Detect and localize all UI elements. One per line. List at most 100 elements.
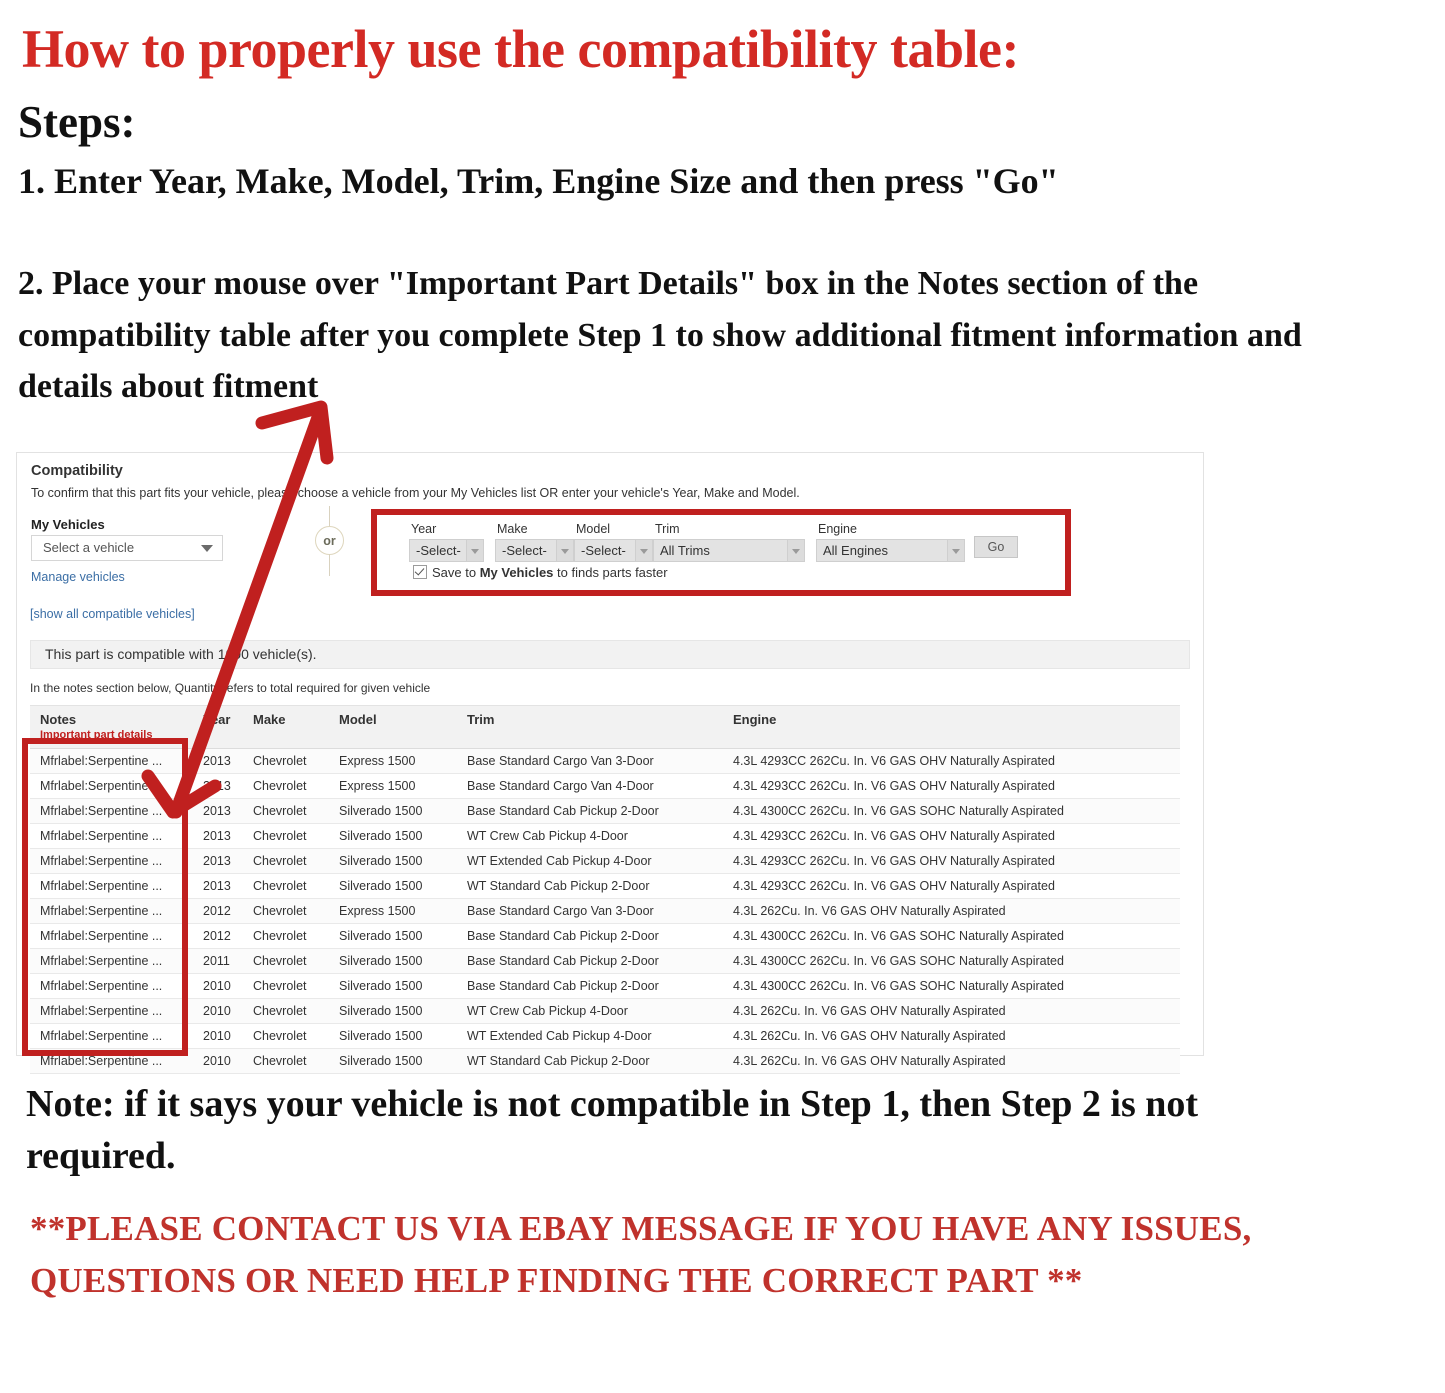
compatibility-heading: Compatibility (31, 463, 123, 479)
cell-trim: WT Standard Cab Pickup 2-Door (457, 1048, 723, 1074)
field-value-trim[interactable]: All Trims (653, 539, 788, 562)
cell-year: 2013 (193, 798, 243, 824)
cell-make: Chevrolet (243, 748, 329, 774)
cell-engine: 4.3L 4300CC 262Cu. In. V6 GAS SOHC Natur… (723, 973, 1180, 999)
cell-trim: Base Standard Cargo Van 3-Door (457, 748, 723, 774)
save-prefix-text: Save to (432, 565, 480, 580)
column-header-make: Make (243, 705, 329, 749)
column-header-trim: Trim (457, 705, 723, 749)
go-button[interactable]: Go (974, 536, 1018, 558)
column-header-label: Make (253, 712, 286, 727)
vehicle-select-dropdown[interactable]: Select a vehicle (31, 535, 223, 561)
save-checkbox[interactable] (413, 565, 427, 579)
column-header-engine: Engine (723, 705, 1180, 749)
table-row: Mfrlabel:Serpentine ... 2013 Chevrolet Expr… (30, 748, 1180, 774)
cell-model: Express 1500 (329, 748, 457, 774)
cell-model: Express 1500 (329, 898, 457, 924)
compatibility-description: To confirm that this part fits your vehi… (31, 486, 800, 500)
cell-trim: WT Extended Cab Pickup 4-Door (457, 848, 723, 874)
cell-year: 2010 (193, 998, 243, 1024)
chevron-down-icon[interactable] (636, 539, 653, 562)
cell-engine: 4.3L 4300CC 262Cu. In. V6 GAS SOHC Natur… (723, 948, 1180, 974)
field-label-year: Year (411, 522, 437, 536)
table-header-row: Notes Important part details Year Make Model… (30, 705, 1180, 749)
notes-quantity-hint: In the notes section below, Quantity ref… (30, 681, 431, 695)
notes-column-highlight-box (22, 738, 188, 1056)
chevron-down-icon[interactable] (788, 539, 805, 562)
field-value-make[interactable]: -Select- (495, 539, 557, 562)
cell-year: 2013 (193, 848, 243, 874)
column-header-label: Notes (40, 712, 77, 727)
cell-make: Chevrolet (243, 948, 329, 974)
cell-trim: Base Standard Cab Pickup 2-Door (457, 798, 723, 824)
field-label-model: Model (576, 522, 611, 536)
cell-make: Chevrolet (243, 848, 329, 874)
cell-model: Silverado 1500 (329, 1023, 457, 1049)
cell-engine: 4.3L 4293CC 262Cu. In. V6 GAS OHV Natura… (723, 773, 1180, 799)
or-line-bottom (329, 554, 330, 576)
cell-year: 2012 (193, 898, 243, 924)
field-label-trim: Trim (655, 522, 680, 536)
cell-model: Silverado 1500 (329, 973, 457, 999)
table-row: Mfrlabel:Serpentine ... 2012 Chevrolet Silv… (30, 923, 1180, 949)
step-1-text: 1. Enter Year, Make, Model, Trim, Engine… (18, 161, 1059, 201)
field-value-year[interactable]: -Select- (409, 539, 467, 562)
cell-year: 2010 (193, 973, 243, 999)
cell-engine: 4.3L 262Cu. In. V6 GAS OHV Naturally Asp… (723, 1048, 1180, 1074)
cell-engine: 4.3L 4293CC 262Cu. In. V6 GAS OHV Natura… (723, 873, 1180, 899)
cell-trim: WT Standard Cab Pickup 2-Door (457, 873, 723, 899)
table-row: Mfrlabel:Serpentine ... 2010 Chevrolet Silv… (30, 1048, 1180, 1074)
field-label-engine: Engine (818, 522, 857, 536)
cell-make: Chevrolet (243, 873, 329, 899)
column-header-label: Model (339, 712, 377, 727)
table-row: Mfrlabel:Serpentine ... 2011 Chevrolet Silv… (30, 948, 1180, 974)
cell-model: Silverado 1500 (329, 823, 457, 849)
cell-make: Chevrolet (243, 773, 329, 799)
cell-trim: WT Extended Cab Pickup 4-Door (457, 1023, 723, 1049)
cell-make: Chevrolet (243, 1023, 329, 1049)
cell-model: Silverado 1500 (329, 1048, 457, 1074)
field-label-make: Make (497, 522, 528, 536)
save-to-my-vehicles-checkbox-row[interactable]: Save to My Vehicles to finds parts faste… (413, 565, 668, 580)
cell-year: 2013 (193, 823, 243, 849)
bottom-note-text: Note: if it says your vehicle is not com… (26, 1083, 1199, 1178)
chevron-down-icon (201, 545, 213, 552)
compatibility-table: Notes Important part details Year Make Model… (30, 705, 1180, 1074)
table-row: Mfrlabel:Serpentine ... 2013 Chevrolet Silv… (30, 823, 1180, 849)
cell-engine: 4.3L 262Cu. In. V6 GAS OHV Naturally Asp… (723, 1023, 1180, 1049)
chevron-down-icon[interactable] (948, 539, 965, 562)
chevron-down-icon[interactable] (467, 539, 484, 562)
save-suffix-text: to finds parts faster (553, 565, 668, 580)
cell-engine: 4.3L 262Cu. In. V6 GAS OHV Naturally Asp… (723, 998, 1180, 1024)
cell-trim: WT Crew Cab Pickup 4-Door (457, 998, 723, 1024)
cell-trim: Base Standard Cab Pickup 2-Door (457, 923, 723, 949)
column-header-label: Engine (733, 712, 777, 727)
or-line-top (329, 506, 330, 528)
cell-year: 2013 (193, 873, 243, 899)
cell-make: Chevrolet (243, 1048, 329, 1074)
table-row: Mfrlabel:Serpentine ... 2010 Chevrolet Silv… (30, 973, 1180, 999)
steps-title: Steps: (18, 97, 136, 147)
cell-make: Chevrolet (243, 973, 329, 999)
column-header-label: Year (203, 712, 231, 727)
cell-trim: Base Standard Cargo Van 3-Door (457, 898, 723, 924)
cell-model: Silverado 1500 (329, 848, 457, 874)
chevron-down-icon[interactable] (557, 539, 574, 562)
cell-engine: 4.3L 4293CC 262Cu. In. V6 GAS OHV Natura… (723, 848, 1180, 874)
step-2-text: 2. Place your mouse over "Important Part… (18, 265, 1302, 406)
manage-vehicles-link[interactable]: Manage vehicles (31, 570, 125, 584)
my-vehicles-label: My Vehicles (31, 517, 105, 532)
save-bold-text: My Vehicles (479, 565, 554, 580)
compatibility-result-banner: This part is compatible with 1000 vehicl… (30, 640, 1190, 669)
cell-year: 2012 (193, 923, 243, 949)
table-body: Mfrlabel:Serpentine ... 2013 Chevrolet Expr… (30, 748, 1180, 1074)
field-value-engine[interactable]: All Engines (816, 539, 948, 562)
column-header-model: Model (329, 705, 457, 749)
column-header-year: Year (193, 705, 243, 749)
cell-trim: WT Crew Cab Pickup 4-Door (457, 823, 723, 849)
field-value-model[interactable]: -Select- (574, 539, 636, 562)
cell-model: Silverado 1500 (329, 923, 457, 949)
show-all-compatible-vehicles-link[interactable]: [show all compatible vehicles] (30, 607, 195, 621)
cell-model: Silverado 1500 (329, 998, 457, 1024)
cell-make: Chevrolet (243, 998, 329, 1024)
